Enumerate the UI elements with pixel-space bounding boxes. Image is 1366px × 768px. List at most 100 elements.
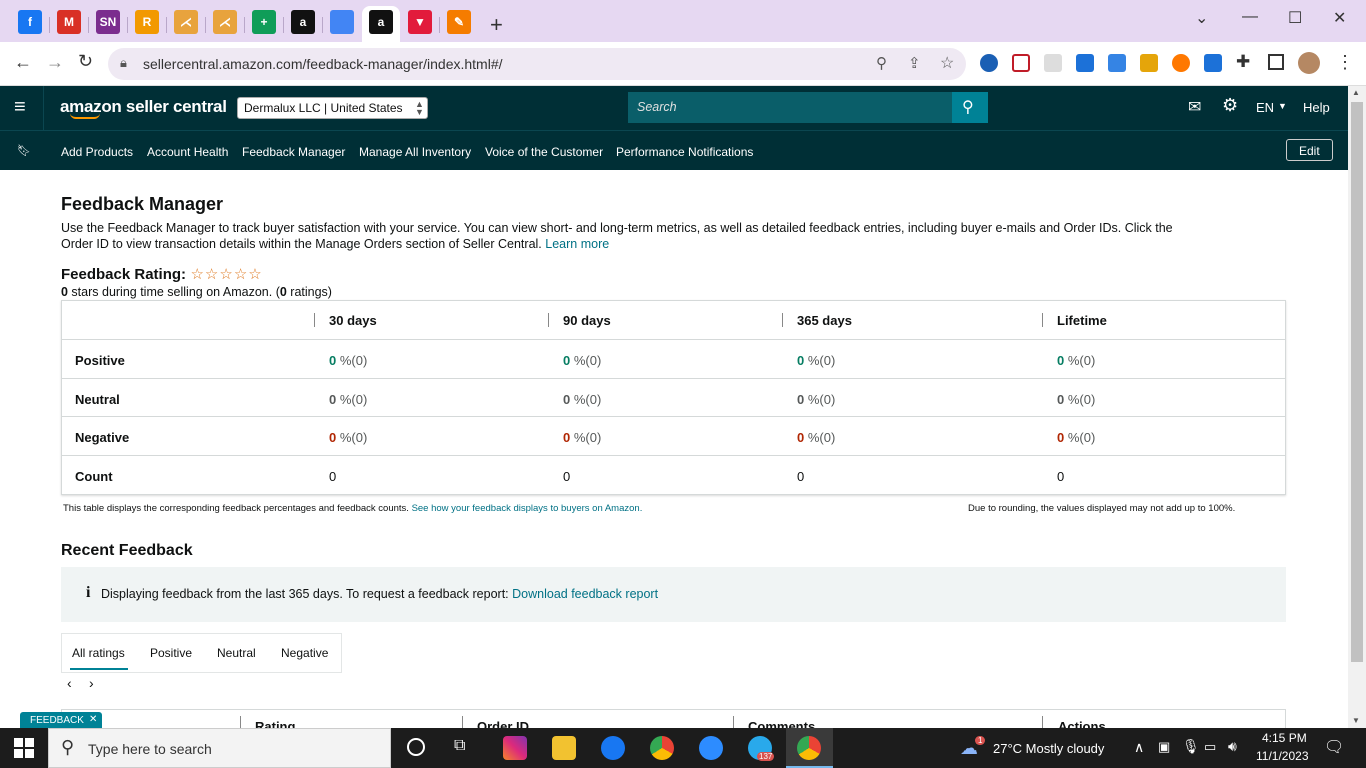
chrome-menu-icon[interactable]: ⋮ <box>1336 52 1354 73</box>
sn-icon[interactable]: SN <box>96 10 120 34</box>
sheets-icon[interactable]: + <box>252 10 276 34</box>
weather-text[interactable]: 27°C Mostly cloudy <box>993 741 1104 756</box>
browser-tab-strip: f M SN R ⋌ ⋌ + a a ▼ ✎ + ⌄ — ☐ ✕ <box>0 0 1366 42</box>
mail-icon[interactable]: ✉ <box>1188 97 1201 117</box>
windows-start-icon[interactable] <box>14 738 34 758</box>
bookmark-icon[interactable]: 🔖︎ <box>17 144 31 157</box>
rating-summary: 0 stars during time selling on Amazon. (… <box>61 284 332 300</box>
bookmark-star-icon[interactable]: ☆ <box>940 53 954 73</box>
cortana-icon[interactable] <box>407 738 425 756</box>
hamburger-menu-icon[interactable]: ≡ <box>14 96 26 119</box>
extension-gray-icon[interactable] <box>1044 54 1062 72</box>
see-how-feedback-link[interactable]: See how your feedback displays to buyers… <box>412 503 643 514</box>
notifications-icon[interactable]: 🗨︎ <box>1324 737 1344 757</box>
edit-nav-button[interactable]: Edit <box>1286 139 1333 161</box>
facebook-icon[interactable]: f <box>18 10 42 34</box>
fan-icon[interactable]: ⋌ <box>174 10 198 34</box>
minimize-button[interactable]: — <box>1242 8 1258 26</box>
help-link[interactable]: Help <box>1303 100 1330 115</box>
volume-icon[interactable]: 🔊︎ <box>1228 738 1237 755</box>
metrics-cell: 0 %(0) <box>563 353 601 368</box>
extension-red-icon[interactable] <box>1012 54 1030 72</box>
new-tab-button[interactable]: + <box>490 12 503 38</box>
zoom-icon[interactable]: ⚲ <box>876 54 887 72</box>
clock-time[interactable]: 4:15 PM <box>1262 731 1307 745</box>
search-button[interactable]: ⚲ <box>952 92 988 123</box>
battery-icon[interactable]: ▭ <box>1204 739 1216 755</box>
active-tab-underline <box>70 668 128 670</box>
amazon-icon[interactable]: a <box>291 10 315 34</box>
account-selector[interactable]: Dermalux LLC | United States ▲ ▼ <box>237 97 428 119</box>
col-90-days: 90 days <box>563 313 611 328</box>
nav-voice-of-the-customer[interactable]: Voice of the Customer <box>485 145 603 159</box>
scrollbar-thumb[interactable] <box>1351 102 1363 662</box>
nav-manage-all-inventory[interactable]: Manage All Inventory <box>359 145 471 159</box>
clock-date[interactable]: 11/1/2023 <box>1256 749 1309 763</box>
extensions-puzzle-icon[interactable]: ✚ <box>1236 52 1250 72</box>
fan-icon-2[interactable]: ⋌ <box>213 10 237 34</box>
facebook-taskbar-icon[interactable] <box>601 736 625 760</box>
extension-globe-icon[interactable] <box>980 54 998 72</box>
extension-fba-icon[interactable] <box>1076 54 1094 72</box>
maximize-button[interactable]: ☐ <box>1288 8 1302 28</box>
tab-negative[interactable]: Negative <box>281 646 328 660</box>
extension-grid-icon[interactable] <box>1204 54 1222 72</box>
chrome-taskbar-icon[interactable] <box>650 736 674 760</box>
nav-performance-notifications[interactable]: Performance Notifications <box>616 145 753 159</box>
rating-tabs: All ratings Positive Neutral Negative <box>61 633 342 673</box>
address-bar[interactable]: 🔒︎ sellercentral.amazon.com/feedback-man… <box>108 48 966 80</box>
extension-blue-icon[interactable] <box>1108 54 1126 72</box>
chevron-up-icon[interactable]: ∧ <box>1134 739 1144 756</box>
seller-central-header: ≡ amazon seller central Dermalux LLC | U… <box>0 86 1348 130</box>
profile-avatar[interactable] <box>1298 52 1320 74</box>
feedback-widget-tab[interactable]: FEEDBACK ✕ <box>20 712 102 728</box>
task-view-icon[interactable]: ⧉ <box>454 737 465 755</box>
info-icon: i <box>86 584 91 601</box>
chevron-down-icon: ▼ <box>1278 101 1287 111</box>
search-input[interactable]: Search <box>628 92 952 123</box>
chevron-right-icon[interactable]: › <box>89 675 94 691</box>
nav-feedback-manager[interactable]: Feedback Manager <box>242 145 345 159</box>
share-icon[interactable]: ⇪ <box>908 54 921 72</box>
tab-separator <box>283 17 284 33</box>
taskbar-search-input[interactable]: ⚲ Type here to search <box>48 728 391 768</box>
lock-icon[interactable]: 🔒︎ <box>120 55 127 71</box>
extension-circle-icon[interactable] <box>1172 54 1190 72</box>
side-panel-icon[interactable] <box>1268 54 1284 70</box>
extension-orange-icon[interactable] <box>1140 54 1158 72</box>
metrics-cell-percent: %(0) <box>1064 353 1096 368</box>
r-app-icon[interactable]: R <box>135 10 159 34</box>
tab-all-ratings[interactable]: All ratings <box>72 646 125 660</box>
gmail-icon[interactable]: M <box>57 10 81 34</box>
nav-account-health[interactable]: Account Health <box>147 145 228 159</box>
close-window-button[interactable]: ✕ <box>1333 8 1346 28</box>
reload-icon[interactable]: ↻ <box>78 51 93 72</box>
back-arrow-icon[interactable]: ← <box>14 52 32 73</box>
download-feedback-report-link[interactable]: Download feedback report <box>512 587 658 601</box>
scroll-up-icon[interactable]: ▲ <box>1352 88 1360 97</box>
forward-arrow-icon[interactable]: → <box>46 52 64 73</box>
instagram-icon[interactable] <box>503 736 527 760</box>
vertical-scrollbar[interactable]: ▲ ▼ <box>1348 86 1366 728</box>
edit-app-icon[interactable]: ✎ <box>447 10 471 34</box>
nav-add-products[interactable]: Add Products <box>61 145 133 159</box>
amazon-active-icon[interactable]: a <box>369 10 393 34</box>
red-triangle-icon[interactable]: ▼ <box>408 10 432 34</box>
selector-arrows-icon: ▲ ▼ <box>415 99 424 117</box>
tab-search-icon[interactable]: ⌄ <box>1195 8 1208 28</box>
meet-now-icon[interactable]: ▣ <box>1158 739 1170 755</box>
tab-positive[interactable]: Positive <box>150 646 192 660</box>
multicolor-icon[interactable] <box>330 10 354 34</box>
scroll-down-icon[interactable]: ▼ <box>1352 716 1360 725</box>
gear-icon[interactable]: ⚙ <box>1222 95 1238 116</box>
windows-taskbar: ⚲ Type here to search ⧉ 137 ☁ 1 27°C Mos… <box>0 728 1366 768</box>
chrome-active-app[interactable] <box>786 728 833 768</box>
tab-neutral[interactable]: Neutral <box>217 646 256 660</box>
file-explorer-icon[interactable] <box>552 736 576 760</box>
zoom-taskbar-icon[interactable] <box>699 736 723 760</box>
microphone-icon[interactable]: 🎙︎ <box>1182 738 1200 755</box>
chevron-left-icon[interactable]: ‹ <box>67 675 72 691</box>
language-selector[interactable]: EN <box>1256 100 1274 115</box>
learn-more-link[interactable]: Learn more <box>545 237 609 251</box>
close-icon[interactable]: ✕ <box>89 714 97 725</box>
